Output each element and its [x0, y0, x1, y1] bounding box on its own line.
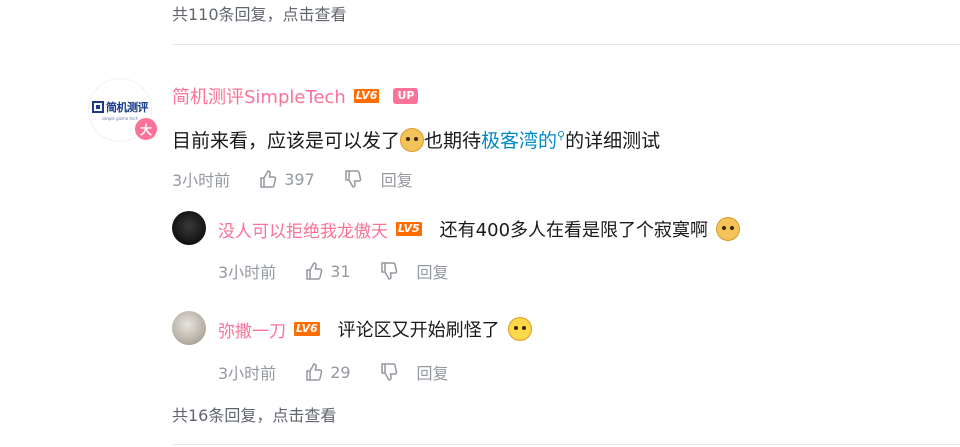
avatar[interactable] [172, 211, 206, 245]
dislike-button[interactable] [343, 169, 363, 189]
comment-text: 目前来看，应该是可以发了 [172, 130, 401, 152]
shock-emoji [507, 317, 532, 341]
thumbs-down-icon [344, 170, 362, 188]
comment-header: 简机测评SimpleTech LV6 UP [172, 83, 419, 109]
reply-content: 评论区又开始刷怪了 [337, 320, 500, 341]
comment-text: 也期待 [424, 130, 482, 152]
like-count: 29 [330, 362, 351, 382]
level-badge: LV6 [294, 322, 320, 336]
logo-subtitle: simple gizmo tech [101, 116, 139, 121]
reply-button[interactable]: 回复 [381, 167, 413, 191]
avatar[interactable] [172, 311, 206, 345]
divider [172, 444, 960, 445]
thumbs-up-icon [260, 170, 277, 188]
dislike-button[interactable] [379, 261, 399, 281]
reply-header: 弥撒一刀 LV6 评论区又开始刷怪了 [218, 316, 532, 342]
reply-button[interactable]: 回复 [417, 259, 449, 283]
reply-meta: 3小时前 29 回复 [218, 360, 449, 384]
like-count: 397 [284, 169, 315, 189]
like-count: 31 [330, 261, 351, 281]
view-replies-link[interactable]: 共16条回复，点击查看 [172, 402, 336, 426]
view-replies-link-top[interactable]: 共110条回复，点击查看 [172, 1, 347, 25]
reply-header: 没人可以拒绝我龙傲天 LV5 还有400多人在看是限了个寂寞啊 [218, 216, 741, 242]
comment-text: 的详细测试 [565, 130, 661, 152]
doge-emoji [716, 217, 741, 241]
chip-icon [92, 101, 104, 113]
reply-content: 还有400多人在看是限了个寂寞啊 [439, 220, 709, 241]
logo-text: 简机测评 [106, 101, 149, 114]
like-button[interactable]: 29 [304, 362, 351, 382]
level-badge: LV6 [353, 89, 380, 103]
thumbs-up-icon [306, 262, 323, 280]
comment-content: 目前来看，应该是可以发了 也期待极客湾的⚲的详细测试 [172, 126, 660, 153]
vip-badge: 大 [133, 116, 159, 142]
reply-time: 3小时前 [218, 263, 277, 282]
reply-button[interactable]: 回复 [417, 360, 449, 384]
divider [172, 44, 960, 45]
doge-emoji [400, 128, 425, 152]
search-icon[interactable]: ⚲ [557, 129, 565, 142]
like-button[interactable]: 397 [258, 169, 315, 189]
reply-meta: 3小时前 31 回复 [218, 259, 449, 283]
thumbs-down-icon [380, 262, 397, 280]
like-button[interactable]: 31 [304, 261, 351, 281]
up-tag: UP [393, 88, 419, 104]
comment-meta: 3小时前 397 回复 [172, 167, 413, 191]
search-link[interactable]: 极客湾的 [481, 130, 557, 152]
reply-time: 3小时前 [218, 364, 277, 383]
username[interactable]: 简机测评SimpleTech [172, 83, 346, 109]
username[interactable]: 没人可以拒绝我龙傲天 [218, 217, 388, 242]
level-badge: LV5 [396, 222, 422, 236]
dislike-button[interactable] [379, 362, 399, 382]
thumbs-down-icon [380, 363, 397, 381]
comment-time: 3小时前 [172, 171, 231, 190]
username[interactable]: 弥撒一刀 [218, 317, 286, 342]
thumbs-up-icon [306, 363, 323, 381]
